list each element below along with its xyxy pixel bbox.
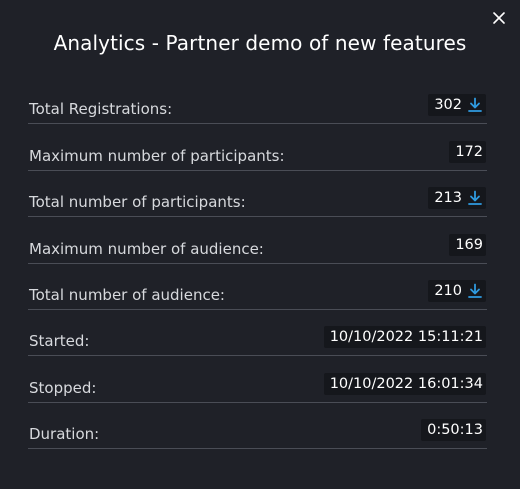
stat-value-box: 10/10/2022 16:01:34 bbox=[323, 372, 486, 395]
analytics-list: Total Registrations: 302 Maximum number … bbox=[28, 78, 487, 450]
stat-value: 172 bbox=[455, 143, 483, 160]
stat-value: 210 bbox=[434, 282, 462, 299]
stat-value: 213 bbox=[434, 190, 462, 207]
close-icon[interactable] bbox=[490, 9, 508, 27]
stat-row-started: Started: 10/10/2022 15:11:21 bbox=[28, 310, 487, 357]
stat-label: Total number of audience: bbox=[29, 285, 225, 304]
stat-value-box: 172 bbox=[449, 140, 486, 163]
stat-row-max-audience: Maximum number of audience: 169 bbox=[28, 217, 487, 264]
stat-row-duration: Duration: 0:50:13 bbox=[28, 403, 487, 450]
stat-label: Duration: bbox=[29, 425, 100, 444]
stat-row-stopped: Stopped: 10/10/2022 16:01:34 bbox=[28, 356, 487, 403]
stat-row-total-audience: Total number of audience: 210 bbox=[28, 264, 487, 310]
stat-row-total-registrations: Total Registrations: 302 bbox=[28, 78, 487, 125]
stat-label: Stopped: bbox=[29, 378, 97, 397]
download-icon[interactable] bbox=[467, 190, 483, 206]
stat-value-box: 213 bbox=[428, 187, 486, 210]
stat-value: 10/10/2022 15:11:21 bbox=[329, 329, 483, 346]
stat-label: Maximum number of participants: bbox=[29, 146, 285, 165]
stat-label: Started: bbox=[29, 332, 90, 351]
stat-value: 0:50:13 bbox=[427, 422, 483, 439]
stat-value-box: 169 bbox=[449, 233, 486, 256]
analytics-dialog: Analytics - Partner demo of new features… bbox=[0, 0, 520, 489]
stat-value: 10/10/2022 16:01:34 bbox=[329, 375, 483, 392]
stat-value-box: 302 bbox=[428, 94, 486, 117]
stat-value: 169 bbox=[455, 236, 483, 253]
download-icon[interactable] bbox=[467, 283, 483, 299]
stat-value-box: 0:50:13 bbox=[421, 419, 486, 442]
stat-value-box: 10/10/2022 15:11:21 bbox=[323, 326, 486, 349]
stat-value: 302 bbox=[434, 97, 462, 114]
stat-label: Total number of participants: bbox=[29, 193, 246, 212]
stat-label: Total Registrations: bbox=[29, 100, 173, 119]
stat-label: Maximum number of audience: bbox=[29, 239, 264, 258]
stat-row-max-participants: Maximum number of participants: 172 bbox=[28, 124, 487, 171]
dialog-title: Analytics - Partner demo of new features bbox=[53, 31, 467, 55]
stat-row-total-participants: Total number of participants: 213 bbox=[28, 171, 487, 218]
stat-value-box: 210 bbox=[428, 279, 486, 302]
download-icon[interactable] bbox=[467, 97, 483, 113]
